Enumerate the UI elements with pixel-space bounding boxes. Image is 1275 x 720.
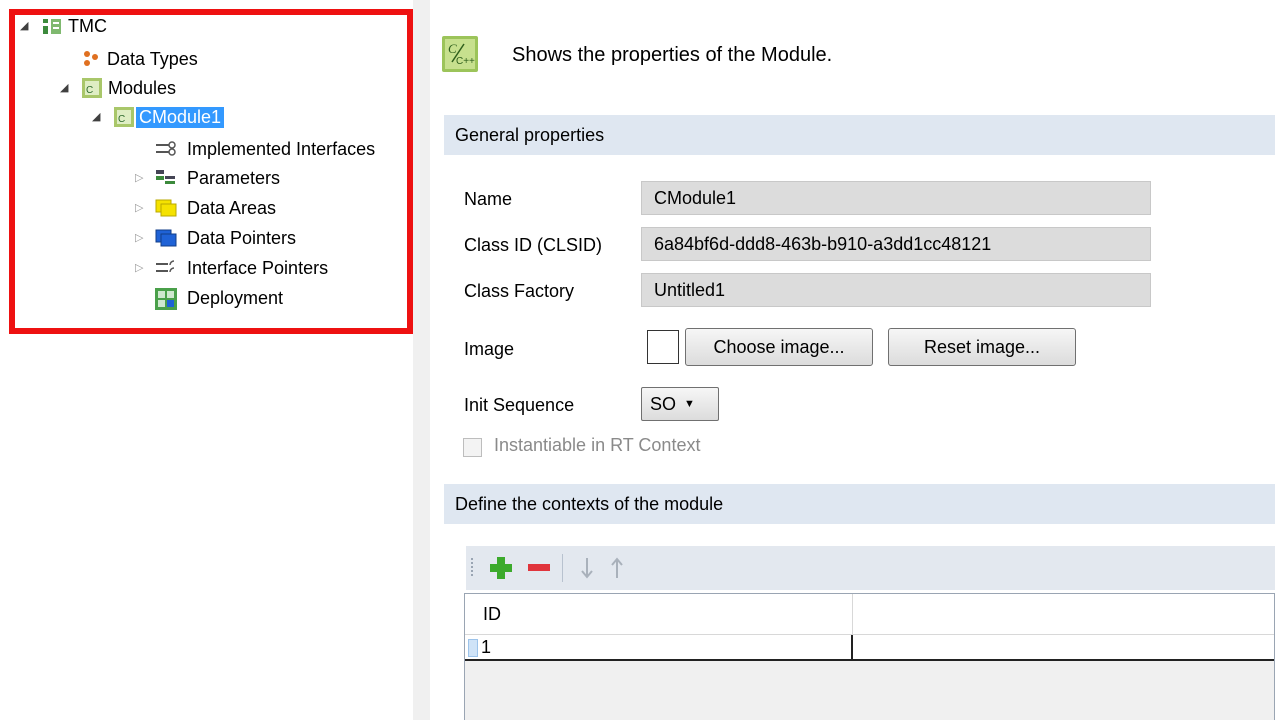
- init-sequence-select[interactable]: SO ▼: [641, 387, 719, 421]
- add-icon[interactable]: [488, 555, 514, 586]
- reset-image-button[interactable]: Reset image...: [888, 328, 1076, 366]
- interfaces-icon: [155, 139, 176, 159]
- clsid-field[interactable]: 6a84bf6d-ddd8-463b-b910-a3dd1cc48121: [641, 227, 1151, 261]
- collapsed-arrow-icon[interactable]: ▷: [135, 173, 145, 184]
- tree-label: Modules: [108, 77, 177, 98]
- contexts-grid: ID 1: [464, 593, 1275, 720]
- tree-label: Implemented Interfaces: [187, 138, 376, 159]
- instantiable-label: Instantiable in RT Context: [494, 435, 701, 455]
- section-title: General properties: [455, 124, 605, 145]
- tree-node-interface-pointers[interactable]: ▷ Interface Pointers: [135, 255, 328, 281]
- tree-node-data-pointers[interactable]: ▷ Data Pointers: [135, 225, 296, 251]
- tree-node-data-types[interactable]: Data Types: [81, 46, 198, 72]
- cell-id[interactable]: 1: [465, 635, 853, 659]
- section-contexts: Define the contexts of the module: [444, 484, 1275, 524]
- section-general-properties: General properties: [444, 115, 1275, 155]
- collapsed-arrow-icon[interactable]: ▷: [135, 233, 145, 244]
- interface-pointers-icon: [155, 258, 175, 278]
- tree-label: Parameters: [187, 167, 281, 188]
- tree-node-parameters[interactable]: ▷ Parameters: [135, 165, 280, 191]
- solution-tree: ◢ TMC Data Types ◢ C Modules ◢ C CModule…: [0, 0, 416, 720]
- tree-label: Data Areas: [187, 197, 277, 218]
- data-areas-icon: [155, 198, 177, 218]
- instantiable-checkbox[interactable]: [463, 438, 482, 457]
- toolbar-separator: [562, 554, 563, 582]
- tree-label-selected: CModule1: [136, 106, 225, 128]
- dropdown-arrow-icon: ▼: [684, 398, 695, 410]
- image-label: Image: [464, 339, 515, 359]
- collapsed-arrow-icon[interactable]: ▷: [135, 263, 145, 274]
- collapsed-arrow-icon[interactable]: ▷: [135, 203, 145, 214]
- tree-label: Deployment: [187, 287, 284, 308]
- expand-arrow-icon[interactable]: ◢: [92, 112, 102, 123]
- class-factory-field[interactable]: Untitled1: [641, 273, 1151, 307]
- tree-node-data-areas[interactable]: ▷ Data Areas: [135, 195, 276, 221]
- tree-label: TMC: [68, 15, 107, 36]
- grid-toolbar: [466, 546, 1275, 590]
- init-sequence-label: Init Sequence: [464, 395, 575, 415]
- class-factory-label: Class Factory: [464, 281, 575, 301]
- clsid-label: Class ID (CLSID): [464, 235, 603, 255]
- modules-icon: C: [82, 78, 102, 98]
- data-types-icon: [81, 49, 101, 69]
- toolbar-grip[interactable]: [471, 558, 473, 578]
- name-label: Name: [464, 189, 513, 209]
- tree-node-tmc[interactable]: ◢ TMC: [20, 13, 107, 39]
- name-field[interactable]: CModule1: [641, 181, 1151, 215]
- svg-text:C++: C++: [456, 56, 475, 67]
- move-up-icon[interactable]: [608, 556, 626, 585]
- tree-label: Data Types: [107, 48, 198, 69]
- expand-arrow-icon[interactable]: ◢: [60, 83, 70, 94]
- module-icon: C: [114, 107, 134, 127]
- init-sequence-value: SO: [650, 393, 677, 414]
- splitter[interactable]: [413, 0, 430, 720]
- svg-text:C: C: [118, 114, 125, 125]
- cpp-module-icon: C C++: [442, 36, 478, 72]
- tree-node-implemented-interfaces[interactable]: Implemented Interfaces: [155, 136, 375, 162]
- parameters-icon: [155, 168, 175, 188]
- deployment-icon: [155, 288, 177, 310]
- expand-arrow-icon[interactable]: ◢: [20, 21, 30, 32]
- tree-label: Interface Pointers: [187, 257, 329, 278]
- svg-text:C: C: [448, 41, 457, 56]
- tree-label: Data Pointers: [187, 227, 297, 248]
- properties-panel: C C++ Shows the properties of the Module.…: [430, 0, 1275, 720]
- table-row[interactable]: 1: [465, 635, 1274, 661]
- move-down-icon[interactable]: [578, 556, 596, 585]
- remove-icon[interactable]: [526, 555, 552, 586]
- data-pointers-icon: [155, 228, 177, 248]
- column-header-id[interactable]: ID: [465, 594, 853, 634]
- tree-node-cmodule1[interactable]: ◢ C CModule1: [92, 104, 225, 130]
- panel-description: Shows the properties of the Module.: [512, 44, 833, 66]
- section-title: Define the contexts of the module: [455, 493, 724, 514]
- image-preview: [647, 330, 679, 364]
- grid-header: ID: [465, 594, 1274, 635]
- svg-text:C: C: [86, 85, 93, 96]
- tree-node-deployment[interactable]: Deployment: [155, 285, 283, 311]
- choose-image-button[interactable]: Choose image...: [685, 328, 873, 366]
- tree-node-modules[interactable]: ◢ C Modules: [60, 75, 176, 101]
- tmc-icon: [42, 16, 62, 36]
